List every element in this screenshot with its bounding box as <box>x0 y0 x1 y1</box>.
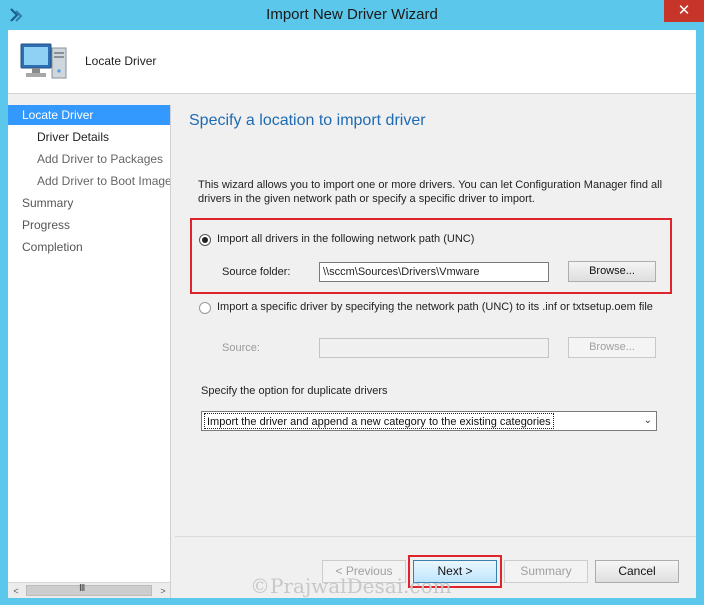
scroll-right-button[interactable]: > <box>155 583 170 598</box>
radio-import-specific-label: Import a specific driver by specifying t… <box>217 301 653 313</box>
page-title: Specify a location to import driver <box>189 112 426 129</box>
source-label: Source: <box>222 342 260 354</box>
browse-source-folder-button[interactable]: Browse... <box>568 261 656 282</box>
nav-item-progress[interactable]: Progress <box>8 215 170 235</box>
wizard-header: Locate Driver <box>8 30 696 94</box>
watermark: ©PrajwalDesai.com <box>250 574 452 598</box>
radio-import-all-unc[interactable] <box>199 234 211 246</box>
summary-button[interactable]: Summary <box>504 560 588 583</box>
computer-icon <box>20 43 67 79</box>
header-title: Locate Driver <box>85 54 157 68</box>
nav-item-summary[interactable]: Summary <box>8 193 170 213</box>
window-title: Import New Driver Wizard <box>266 6 438 23</box>
scroll-left-button[interactable]: < <box>8 583 24 598</box>
title-bar[interactable]: Import New Driver Wizard ✕ <box>0 0 704 30</box>
duplicate-drivers-select[interactable]: Import the driver and append a new categ… <box>201 411 657 431</box>
wizard-client: Locate Driver Locate Driver Driver Detai… <box>8 30 696 598</box>
wizard-content: Specify a location to import driver This… <box>175 94 696 534</box>
radio-import-specific[interactable] <box>199 302 211 314</box>
highlight-box-unc <box>190 218 672 294</box>
chevron-down-icon: ⌄ <box>643 415 652 426</box>
source-folder-input[interactable]: \\sccm\Sources\Drivers\Vmware <box>319 262 549 282</box>
radio-import-all-unc-label: Import all drivers in the following netw… <box>217 233 475 245</box>
close-button[interactable]: ✕ <box>664 0 704 22</box>
nav-item-locate-driver[interactable]: Locate Driver <box>8 105 170 125</box>
nav-item-add-driver-to-packages[interactable]: Add Driver to Packages <box>8 149 170 169</box>
duplicate-drivers-label: Specify the option for duplicate drivers <box>201 385 388 397</box>
wizard-window: Import New Driver Wizard ✕ Locate Driver… <box>0 0 704 605</box>
scroll-thumb[interactable]: III <box>26 583 152 596</box>
nav-item-completion[interactable]: Completion <box>8 237 170 257</box>
nav-item-driver-details[interactable]: Driver Details <box>8 127 170 147</box>
nav-horizontal-scrollbar[interactable]: < III > <box>8 582 170 598</box>
browse-source-button[interactable]: Browse... <box>568 337 656 358</box>
wizard-nav: Locate Driver Driver Details Add Driver … <box>8 105 171 598</box>
duplicate-drivers-selected: Import the driver and append a new categ… <box>204 413 554 429</box>
source-folder-label: Source folder: <box>222 266 291 278</box>
nav-item-add-driver-to-boot-images[interactable]: Add Driver to Boot Images <box>8 171 170 191</box>
footer-divider <box>175 536 696 537</box>
cancel-button[interactable]: Cancel <box>595 560 679 583</box>
scroll-grip-icon: III <box>79 583 85 594</box>
page-description: This wizard allows you to import one or … <box>198 179 663 205</box>
source-input[interactable] <box>319 338 549 358</box>
